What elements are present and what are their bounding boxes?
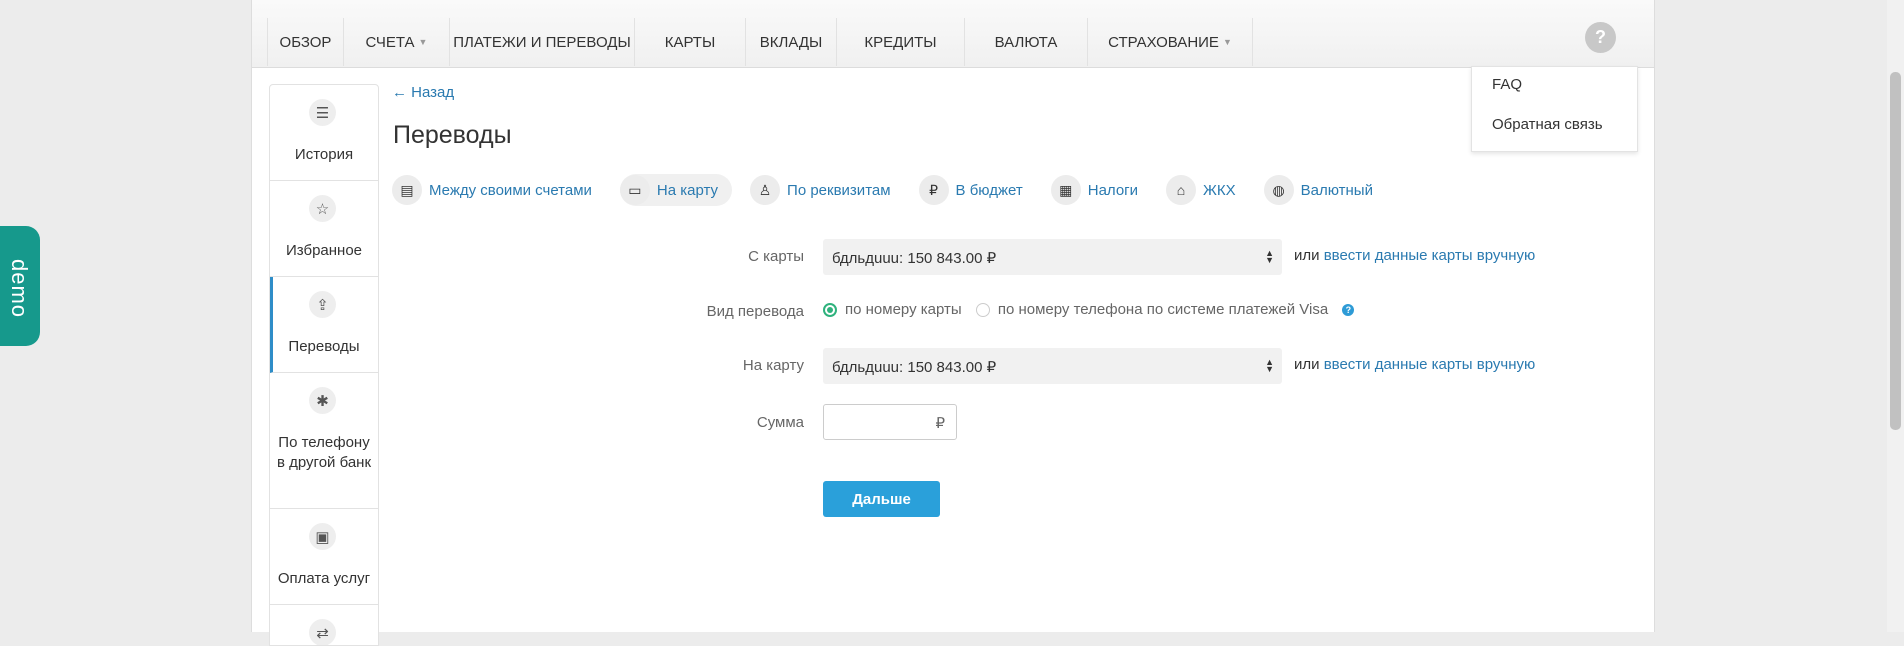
sidebar-item-history[interactable]: ☰ История bbox=[270, 85, 378, 181]
help-button[interactable]: ? bbox=[1585, 22, 1616, 53]
star-icon: ☆ bbox=[309, 195, 336, 222]
transfer-icon: ⇪ bbox=[309, 291, 336, 318]
sidebar: ☰ История ☆ Избранное ⇪ Переводы ✱ По те… bbox=[269, 84, 379, 646]
tab-label: На карту bbox=[656, 181, 719, 199]
sidebar-item-payments[interactable]: ▣ Оплата услуг bbox=[270, 509, 378, 605]
help-hint-icon[interactable]: ? bbox=[1342, 304, 1355, 317]
nav-item-credits[interactable]: КРЕДИТЫ bbox=[837, 18, 965, 66]
card-icon: ▭ bbox=[619, 175, 650, 205]
budget-icon: ₽ bbox=[918, 175, 949, 205]
select-arrows-icon: ▲ ▼ bbox=[1265, 248, 1274, 265]
nav-items: ОБЗОР СЧЕТА ▼ ПЛАТЕЖИ И ПЕРЕВОДЫ КАРТЫ ВК… bbox=[267, 18, 1253, 66]
phone-transfer-icon: ✱ bbox=[309, 387, 336, 414]
amount-label: Сумма bbox=[756, 414, 804, 431]
wallet-icon: ▣ bbox=[309, 523, 336, 550]
scrollbar-thumb[interactable] bbox=[1890, 72, 1901, 430]
nav-item-overview[interactable]: ОБЗОР bbox=[267, 18, 344, 66]
nav-label: ПЛАТЕЖИ И ПЕРЕВОДЫ bbox=[453, 33, 631, 51]
nav-item-payments[interactable]: ПЛАТЕЖИ И ПЕРЕВОДЫ bbox=[450, 18, 635, 66]
currency-symbol: ₽ bbox=[935, 415, 945, 432]
help-dropdown: FAQ Обратная связь bbox=[1471, 66, 1638, 152]
tab-by-details[interactable]: ♙ По реквизитам bbox=[750, 174, 901, 206]
to-card-select[interactable]: бдльдuuu: 150 843.00 ₽ ▲ ▼ bbox=[823, 348, 1282, 384]
demo-label: demo bbox=[7, 259, 32, 319]
demo-tab[interactable]: demo bbox=[0, 226, 40, 346]
select-arrows-icon: ▲ ▼ bbox=[1265, 357, 1274, 374]
help-item-feedback[interactable]: Обратная связь bbox=[1492, 116, 1603, 133]
tab-label: В бюджет bbox=[955, 181, 1023, 199]
tab-taxes[interactable]: ▦ Налоги bbox=[1050, 174, 1148, 206]
sidebar-item-label: По телефону в другой банк bbox=[276, 434, 372, 471]
radio-by-card[interactable]: по номеру карты bbox=[823, 301, 962, 318]
to-card-label: На карту bbox=[742, 357, 804, 374]
nav-item-accounts[interactable]: СЧЕТА ▼ bbox=[344, 18, 450, 66]
sidebar-item-label: Избранное bbox=[285, 242, 363, 259]
nav-label: КРЕДИТЫ bbox=[864, 33, 937, 51]
nav-item-currency[interactable]: ВАЛЮТА bbox=[965, 18, 1088, 66]
tax-icon: ▦ bbox=[1050, 175, 1081, 205]
manual-entry-link[interactable]: ввести данные карты вручную bbox=[1324, 356, 1536, 373]
tab-budget[interactable]: ₽ В бюджет bbox=[918, 174, 1033, 206]
page-container: ОБЗОР СЧЕТА ▼ ПЛАТЕЖИ И ПЕРЕВОДЫ КАРТЫ ВК… bbox=[251, 0, 1655, 646]
tab-between-accounts[interactable]: ▤ Между своими счетами bbox=[392, 174, 602, 206]
nav-label: СТРАХОВАНИЕ bbox=[1108, 33, 1219, 51]
top-navigation: ОБЗОР СЧЕТА ▼ ПЛАТЕЖИ И ПЕРЕВОДЫ КАРТЫ ВК… bbox=[252, 0, 1654, 68]
sidebar-item-favorites[interactable]: ☆ Избранное bbox=[270, 181, 378, 277]
accounts-icon: ▤ bbox=[392, 175, 422, 205]
nav-item-deposits[interactable]: ВКЛАДЫ bbox=[746, 18, 837, 66]
tab-label: По реквизитам bbox=[787, 181, 891, 199]
nav-label: КАРТЫ bbox=[664, 33, 716, 51]
chevron-down-icon: ▼ bbox=[1222, 37, 1232, 47]
exchange-icon: ⇄ bbox=[309, 619, 336, 645]
tab-label: ЖКХ bbox=[1203, 181, 1236, 199]
radio-unchecked-icon bbox=[975, 303, 990, 318]
from-manual-entry: или ввести данные карты вручную bbox=[1294, 247, 1535, 264]
tab-label: Между своими счетами bbox=[429, 181, 592, 199]
sidebar-item-label: История bbox=[294, 146, 354, 163]
nav-label: ОБЗОР bbox=[279, 33, 332, 51]
transfer-type-label: Вид перевода bbox=[706, 303, 804, 320]
question-icon: ? bbox=[1595, 27, 1606, 47]
tab-currency[interactable]: ◍ Валютный bbox=[1263, 174, 1383, 206]
nav-item-insurance[interactable]: СТРАХОВАНИЕ ▼ bbox=[1088, 18, 1253, 66]
back-link[interactable]: ← Назад bbox=[392, 84, 454, 101]
amount-input[interactable]: ₽ bbox=[823, 404, 957, 440]
tab-label: Валютный bbox=[1300, 181, 1373, 199]
sidebar-item-phone-transfer[interactable]: ✱ По телефону в другой банк bbox=[270, 373, 378, 509]
from-card-value: бдльдuuu: 150 843.00 ₽ bbox=[832, 250, 997, 267]
next-button[interactable]: Дальше bbox=[823, 481, 940, 517]
nav-label: СЧЕТА bbox=[365, 33, 415, 51]
list-icon: ☰ bbox=[309, 99, 336, 126]
house-icon: ⌂ bbox=[1166, 175, 1197, 205]
from-card-label: С карты bbox=[748, 248, 804, 265]
radio-by-phone[interactable]: по номеру телефона по системе платежей V… bbox=[975, 301, 1329, 318]
sidebar-item-label: Переводы bbox=[288, 338, 360, 355]
tab-to-card[interactable]: ▭ На карту bbox=[619, 174, 733, 206]
chevron-down-icon: ▼ bbox=[418, 37, 428, 47]
to-card-value: бдльдuuu: 150 843.00 ₽ bbox=[832, 359, 997, 376]
tab-label: Налоги bbox=[1087, 181, 1139, 199]
radio-checked-icon bbox=[823, 303, 837, 318]
or-text: или bbox=[1294, 247, 1320, 264]
sidebar-item-label: Оплата услуг bbox=[277, 570, 371, 587]
transfer-tabs: ▤ Между своими счетами ▭ На карту ♙ По рекв… bbox=[392, 174, 1401, 206]
sidebar-item-more[interactable]: ⇄ bbox=[270, 605, 378, 645]
nav-label: ВАЛЮТА bbox=[994, 33, 1058, 51]
nav-label: ВКЛАДЫ bbox=[759, 33, 823, 51]
person-icon: ♙ bbox=[750, 175, 781, 205]
tab-housing[interactable]: ⌂ ЖКХ bbox=[1166, 174, 1246, 206]
sidebar-item-transfers[interactable]: ⇪ Переводы bbox=[270, 277, 378, 373]
or-text: или bbox=[1294, 356, 1320, 373]
radio-label: по номеру телефона по системе платежей V… bbox=[997, 301, 1329, 318]
transfer-type-group: по номеру карты по номеру телефона по си… bbox=[823, 301, 1355, 318]
globe-icon: ◍ bbox=[1263, 175, 1294, 205]
help-item-faq[interactable]: FAQ bbox=[1492, 76, 1522, 93]
radio-label: по номеру карты bbox=[845, 301, 962, 318]
manual-entry-link[interactable]: ввести данные карты вручную bbox=[1324, 247, 1536, 264]
page-title: Переводы bbox=[393, 121, 512, 149]
from-card-select[interactable]: бдльдuuu: 150 843.00 ₽ ▲ ▼ bbox=[823, 239, 1282, 275]
to-manual-entry: или ввести данные карты вручную bbox=[1294, 356, 1535, 373]
nav-item-cards[interactable]: КАРТЫ bbox=[635, 18, 746, 66]
